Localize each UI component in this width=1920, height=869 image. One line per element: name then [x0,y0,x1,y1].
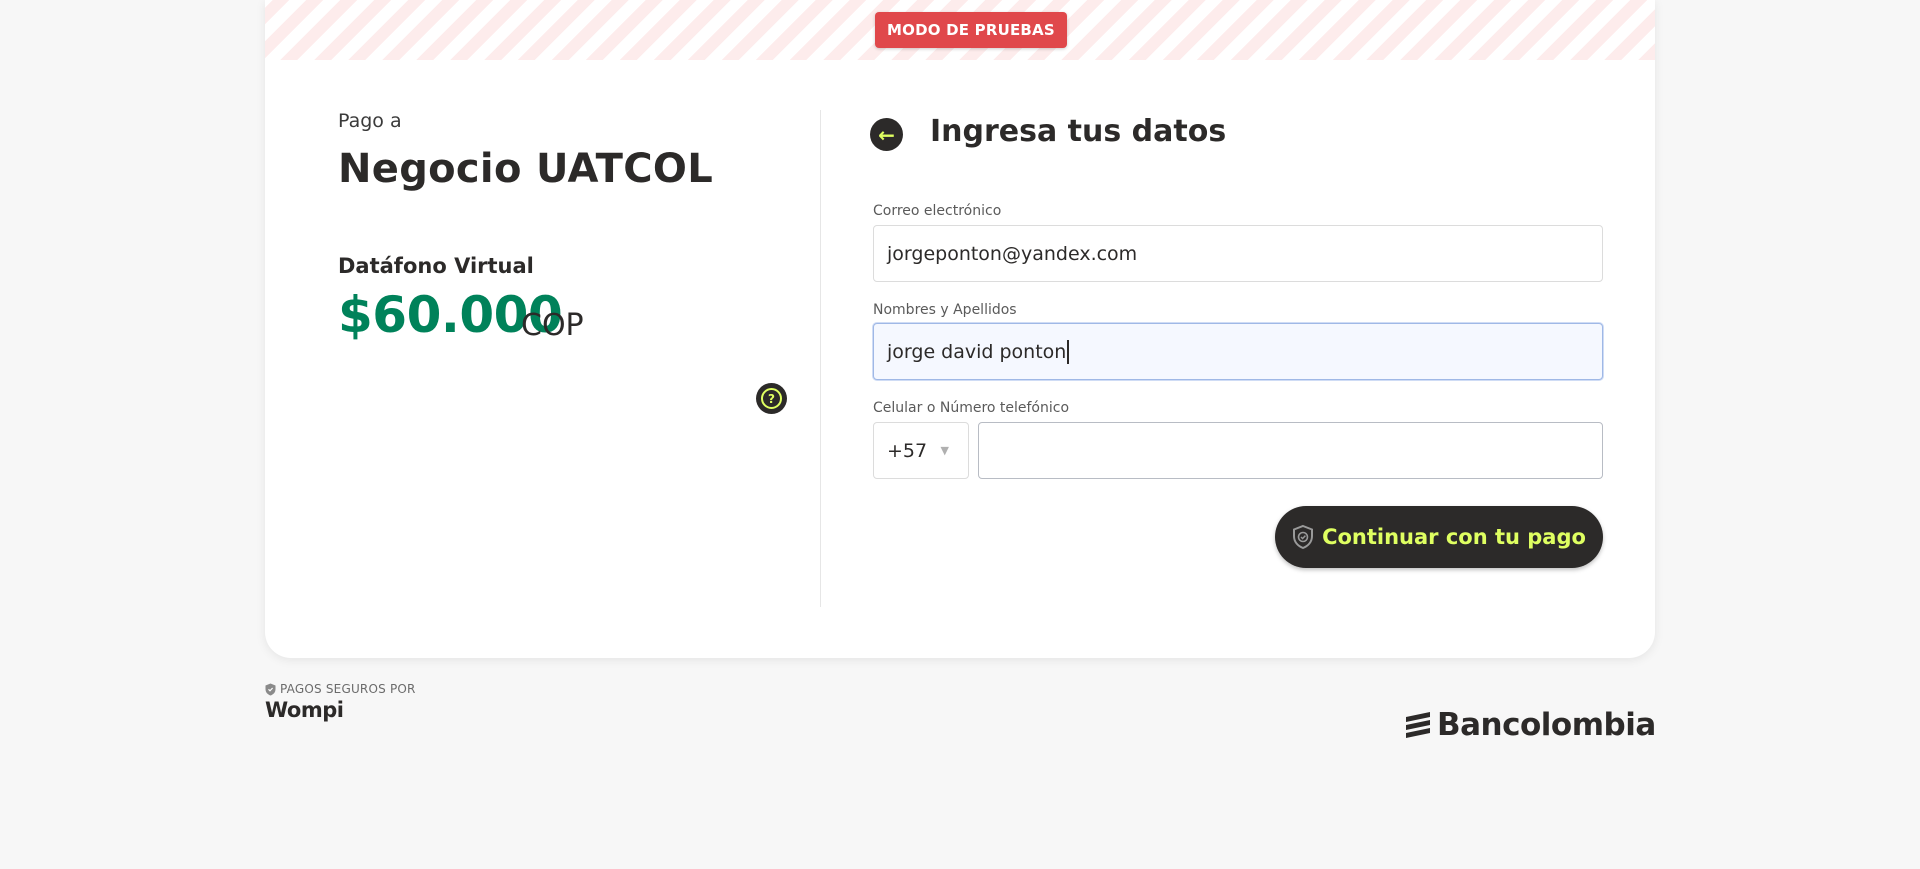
chevron-down-icon: ▼ [940,444,949,457]
full-name-field[interactable]: jorge david ponton [873,323,1603,380]
phone-label: Celular o Número telefónico [873,400,1070,416]
email-field[interactable]: jorgeponton@yandex.com [873,225,1603,282]
pay-to-label: Pago a [338,110,402,132]
bancolombia-mark-icon [1406,712,1430,738]
shield-icon [265,683,276,695]
arrow-left-icon: ← [878,122,895,147]
phone-field[interactable] [978,422,1603,479]
country-code-value: +57 [887,439,928,462]
back-button[interactable]: ← [870,118,903,151]
country-code-select[interactable]: +57 ▼ [873,422,969,479]
bancolombia-label: Bancolombia [1437,707,1656,743]
column-divider [820,110,821,607]
bancolombia-logo: Bancolombia [1403,707,1656,743]
email-label: Correo electrónico [873,203,1002,219]
currency-code: COP [521,308,584,343]
shield-check-icon [1292,524,1314,550]
wompi-logo: Wompi [265,698,344,722]
help-button[interactable]: ? [756,383,787,414]
test-mode-banner: MODO DE PRUEBAS [265,0,1655,60]
full-name-value: jorge david ponton [887,340,1067,363]
merchant-name: Negocio UATCOL [338,146,713,192]
continue-payment-button[interactable]: Continuar con tu pago [1275,506,1603,568]
name-label: Nombres y Apellidos [873,302,1017,318]
help-icon: ? [761,388,782,409]
checkout-card: MODO DE PRUEBAS Pago a Negocio UATCOL Da… [265,0,1655,658]
test-mode-badge: MODO DE PRUEBAS [875,12,1067,48]
product-name: Datáfono Virtual [338,254,534,278]
secure-label: PAGOS SEGUROS POR [280,682,416,696]
email-value: jorgeponton@yandex.com [887,242,1138,265]
text-caret [1067,339,1069,364]
form-title: Ingresa tus datos [930,114,1227,149]
continue-label: Continuar con tu pago [1322,525,1586,549]
secure-payments-notice: PAGOS SEGUROS POR [265,682,416,696]
